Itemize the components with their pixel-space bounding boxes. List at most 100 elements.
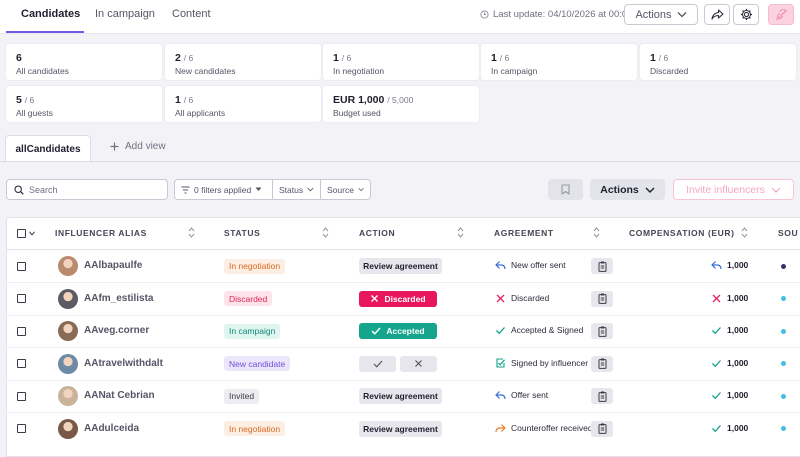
last-update: Last update: 04/10/2026 at 00:00 — [480, 9, 632, 20]
influencer-alias[interactable]: AAlbapaulfe — [84, 260, 142, 271]
avatar[interactable] — [58, 321, 78, 341]
bulk-actions-button[interactable]: Actions — [590, 179, 665, 200]
sort-arrows-icon[interactable] — [457, 226, 464, 239]
agreement-document-button[interactable] — [591, 355, 613, 372]
row-checkbox[interactable] — [17, 391, 26, 401]
stat-card[interactable]: 1 / 6 In negotiation — [323, 44, 479, 80]
agreement-text: Counteroffer received — [511, 422, 593, 433]
compensation-value: 1,000 — [727, 422, 749, 433]
stat-card[interactable]: 1 / 6 All applicants — [165, 86, 321, 122]
check-icon — [371, 327, 381, 335]
agreement-document-button[interactable] — [591, 323, 613, 339]
tab-candidates[interactable]: Candidates — [21, 8, 80, 20]
top-bar: Candidates In campaign Content Last upda… — [0, 0, 800, 34]
stat-card-value: 1 / 6 — [333, 52, 352, 64]
row-divider — [6, 379, 800, 381]
avatar[interactable] — [58, 288, 78, 309]
column-header-alias[interactable]: INFLUENCER ALIAS — [55, 228, 147, 238]
accepted-button[interactable]: Accepted — [359, 323, 437, 339]
table-header-divider — [6, 249, 800, 250]
avatar[interactable] — [58, 418, 78, 439]
stat-card[interactable]: 2 / 6 New candidates — [165, 44, 321, 80]
stat-card-total: / 6 — [24, 95, 35, 105]
status-badge: New candidate — [224, 356, 291, 371]
avatar[interactable] — [58, 256, 78, 276]
column-header-action[interactable]: ACTION — [359, 228, 395, 238]
actions-dropdown-button[interactable]: Actions — [624, 4, 698, 25]
influencer-alias[interactable]: AAtravelwithdalt — [84, 358, 163, 369]
agreement-status: New offer sent — [495, 260, 566, 270]
review-agreement-button[interactable]: Review agreement — [359, 420, 442, 437]
status-badge: In negotiation — [224, 258, 286, 274]
stat-card[interactable]: 6 All candidates — [6, 44, 162, 80]
review-agreement-button[interactable]: Review agreement — [359, 258, 442, 274]
accept-button[interactable] — [359, 355, 396, 372]
caret-down-icon — [255, 187, 262, 191]
discard-button[interactable] — [400, 355, 437, 372]
search-input[interactable]: Search — [6, 179, 168, 200]
review-agreement-button[interactable]: Review agreement — [359, 388, 442, 404]
agreement-document-button[interactable] — [591, 258, 613, 274]
influencer-alias[interactable]: AAveg.corner — [84, 325, 149, 336]
row-divider — [6, 412, 800, 413]
stat-card[interactable]: 5 / 6 All guests — [6, 86, 162, 122]
source-dot — [781, 328, 786, 334]
unlink-button[interactable] — [768, 4, 794, 25]
stat-card-label: In negotiation — [333, 66, 385, 76]
column-header-compensation[interactable]: COMPENSATION (EUR) — [629, 228, 735, 238]
row-checkbox[interactable] — [17, 294, 26, 303]
row-checkbox[interactable] — [17, 359, 26, 368]
influencer-alias[interactable]: AAdulceida — [84, 423, 139, 434]
filters-applied-button[interactable]: 0 filters applied — [174, 179, 273, 200]
last-update-text: Last update: 04/10/2026 at 00:00 — [493, 9, 633, 20]
sort-arrows-icon[interactable] — [741, 226, 748, 239]
avatar[interactable] — [58, 353, 78, 374]
gear-icon — [740, 8, 752, 21]
check-icon — [712, 392, 721, 400]
compensation-value: 1,000 — [727, 390, 749, 400]
status-filter-button[interactable]: Status — [272, 179, 321, 200]
invite-influencers-button[interactable]: Invite influencers — [673, 179, 794, 200]
tab-content[interactable]: Content — [172, 8, 211, 20]
check-icon — [373, 360, 382, 368]
agreement-document-button[interactable] — [591, 420, 613, 437]
sort-arrows-icon[interactable] — [188, 226, 195, 239]
discarded-button[interactable]: Discarded — [359, 290, 437, 307]
stat-card-value: 1 / 6 — [491, 52, 510, 64]
add-view-label: Add view — [125, 141, 166, 152]
source-filter-button[interactable]: Source — [320, 179, 371, 200]
row-checkbox[interactable] — [17, 326, 26, 336]
influencer-alias[interactable]: AAfm_estilista — [84, 293, 153, 304]
select-all-checkbox[interactable] — [17, 229, 26, 238]
search-placeholder: Search — [29, 184, 58, 195]
agreement-document-button[interactable] — [591, 290, 613, 307]
filters-applied-label: 0 filters applied — [194, 184, 252, 195]
view-tab-all-candidates[interactable]: allCandidates — [5, 135, 91, 162]
avatar[interactable] — [58, 386, 78, 406]
stat-card[interactable]: EUR 1,000 / 5,000 Budget used — [323, 86, 479, 122]
column-header-source[interactable]: SOU — [778, 228, 798, 238]
chevron-down-icon[interactable] — [29, 231, 35, 236]
bookmark-button[interactable] — [548, 179, 583, 200]
sort-arrows-icon[interactable] — [593, 226, 600, 239]
agreement-document-button[interactable] — [591, 388, 613, 404]
stat-card-label: All candidates — [16, 66, 69, 76]
chevron-down-icon — [307, 187, 314, 192]
tab-in-campaign[interactable]: In campaign — [95, 8, 155, 20]
share-button[interactable] — [704, 4, 730, 25]
chevron-down-icon — [677, 12, 686, 18]
stat-card[interactable]: 1 / 6 In campaign — [481, 44, 637, 80]
settings-button[interactable] — [733, 4, 759, 25]
column-header-agreement[interactable]: AGREEMENT — [494, 228, 554, 238]
clipboard-icon — [598, 326, 606, 337]
stat-card[interactable]: 1 / 6 Discarded — [640, 44, 796, 80]
sort-arrows-icon[interactable] — [322, 226, 329, 239]
influencer-alias[interactable]: AANat Cebrian — [84, 390, 155, 401]
add-view-button[interactable]: Add view — [110, 141, 166, 152]
stat-card-label: All applicants — [175, 108, 226, 118]
column-header-status[interactable]: STATUS — [224, 228, 260, 238]
stat-card-value: 6 — [16, 52, 22, 64]
row-checkbox[interactable] — [17, 261, 26, 271]
row-checkbox[interactable] — [17, 424, 26, 433]
discarded-label: Discarded — [384, 293, 426, 304]
